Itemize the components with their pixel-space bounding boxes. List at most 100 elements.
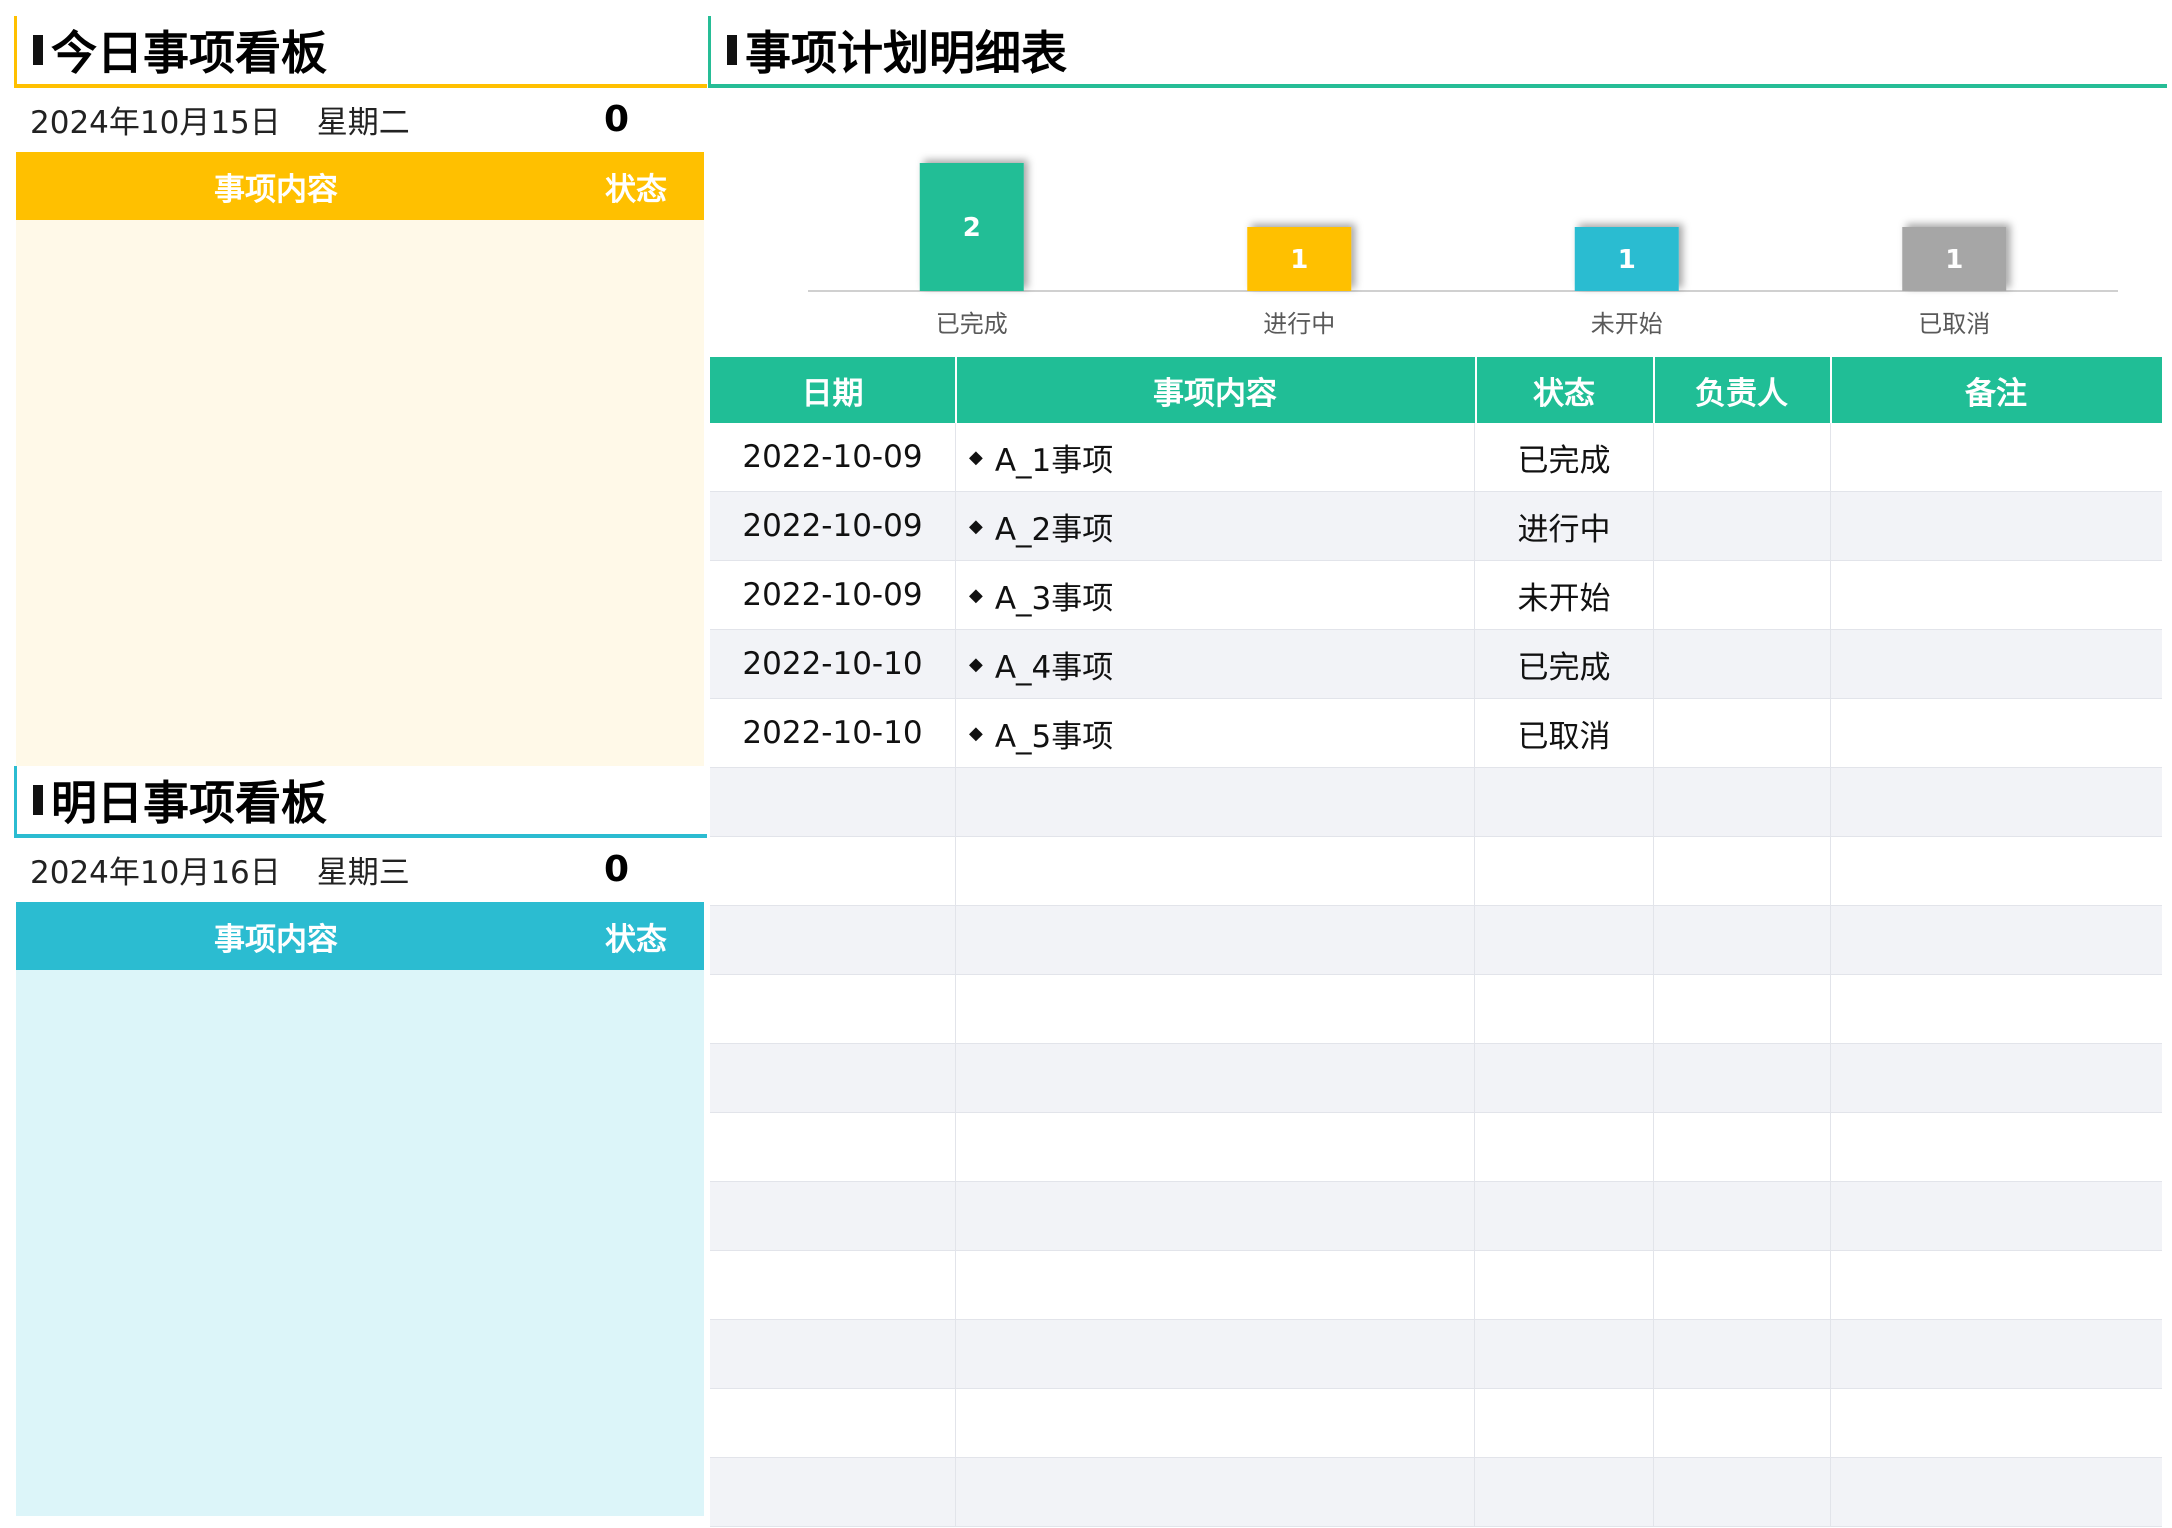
cell-status[interactable]: 已完成 (1475, 630, 1654, 698)
cell-note[interactable] (1830, 1113, 2162, 1181)
table-row[interactable] (710, 1458, 2162, 1527)
cell-note[interactable] (1830, 768, 2162, 836)
cell-status[interactable] (1475, 837, 1654, 905)
cell-status[interactable] (1475, 1320, 1654, 1388)
cell-owner[interactable] (1653, 837, 1831, 905)
tomorrow-panel-body[interactable] (16, 970, 704, 1516)
col-header-owner[interactable]: 负责人 (1653, 357, 1832, 423)
cell-owner[interactable] (1653, 975, 1831, 1043)
cell-date[interactable] (710, 1182, 956, 1250)
cell-note[interactable] (1830, 975, 2162, 1043)
cell-item[interactable]: ◆ A_5事项 (955, 699, 1475, 767)
col-header-date[interactable]: 日期 (710, 357, 957, 423)
cell-owner[interactable] (1653, 906, 1831, 974)
cell-item[interactable]: ◆ A_1事项 (955, 423, 1475, 491)
cell-owner[interactable] (1653, 1251, 1831, 1319)
col-header-note[interactable]: 备注 (1830, 357, 2162, 423)
cell-status[interactable] (1475, 1113, 1654, 1181)
cell-status[interactable]: 未开始 (1475, 561, 1654, 629)
table-row[interactable]: 2022-10-09 ◆ A_1事项 已完成 (710, 423, 2162, 492)
table-row[interactable] (710, 1320, 2162, 1389)
cell-item[interactable] (955, 1458, 1475, 1526)
cell-note[interactable] (1830, 1182, 2162, 1250)
table-row[interactable] (710, 768, 2162, 837)
cell-date[interactable]: 2022-10-10 (710, 630, 956, 698)
cell-owner[interactable] (1653, 768, 1831, 836)
cell-date[interactable] (710, 1251, 956, 1319)
cell-status[interactable] (1475, 1251, 1654, 1319)
cell-owner[interactable] (1653, 1320, 1831, 1388)
cell-note[interactable] (1830, 1458, 2162, 1526)
table-row[interactable] (710, 1113, 2162, 1182)
cell-date[interactable] (710, 1113, 956, 1181)
cell-item[interactable] (955, 1389, 1475, 1457)
cell-owner[interactable] (1653, 1113, 1831, 1181)
table-row[interactable]: 2022-10-10 ◆ A_5事项 已取消 (710, 699, 2162, 768)
cell-date[interactable]: 2022-10-10 (710, 699, 956, 767)
table-row[interactable] (710, 1389, 2162, 1458)
cell-date[interactable]: 2022-10-09 (710, 492, 956, 560)
cell-note[interactable] (1830, 1389, 2162, 1457)
cell-note[interactable] (1830, 906, 2162, 974)
table-row[interactable] (710, 1044, 2162, 1113)
cell-item[interactable]: ◆ A_4事项 (955, 630, 1475, 698)
cell-status[interactable]: 已完成 (1475, 423, 1654, 491)
col-header-status[interactable]: 状态 (1475, 357, 1655, 423)
cell-note[interactable] (1830, 837, 2162, 905)
cell-item[interactable] (955, 837, 1475, 905)
cell-status[interactable] (1475, 906, 1654, 974)
cell-owner[interactable] (1653, 1182, 1831, 1250)
cell-date[interactable] (710, 1389, 956, 1457)
cell-date[interactable]: 2022-10-09 (710, 423, 956, 491)
cell-owner[interactable] (1653, 1044, 1831, 1112)
cell-owner[interactable] (1653, 492, 1831, 560)
cell-owner[interactable] (1653, 423, 1831, 491)
cell-item[interactable] (955, 1182, 1475, 1250)
cell-owner[interactable] (1653, 630, 1831, 698)
table-row[interactable] (710, 906, 2162, 975)
col-header-item[interactable]: 事项内容 (955, 357, 1477, 423)
cell-owner[interactable] (1653, 1389, 1831, 1457)
cell-note[interactable] (1830, 1320, 2162, 1388)
table-row[interactable] (710, 975, 2162, 1044)
cell-date[interactable] (710, 1458, 956, 1526)
cell-date[interactable] (710, 768, 956, 836)
cell-status[interactable] (1475, 1389, 1654, 1457)
cell-status[interactable] (1475, 975, 1654, 1043)
cell-note[interactable] (1830, 699, 2162, 767)
cell-status[interactable] (1475, 1458, 1654, 1526)
cell-item[interactable] (955, 975, 1475, 1043)
cell-item[interactable] (955, 906, 1475, 974)
cell-item[interactable] (955, 768, 1475, 836)
cell-note[interactable] (1830, 423, 2162, 491)
cell-note[interactable] (1830, 1251, 2162, 1319)
cell-date[interactable]: 2022-10-09 (710, 561, 956, 629)
cell-owner[interactable] (1653, 699, 1831, 767)
cell-item[interactable]: ◆ A_3事项 (955, 561, 1475, 629)
cell-date[interactable] (710, 906, 956, 974)
table-row[interactable]: 2022-10-10 ◆ A_4事项 已完成 (710, 630, 2162, 699)
cell-item[interactable]: ◆ A_2事项 (955, 492, 1475, 560)
cell-owner[interactable] (1653, 1458, 1831, 1526)
cell-item[interactable] (955, 1320, 1475, 1388)
cell-status[interactable] (1475, 1044, 1654, 1112)
table-row[interactable]: 2022-10-09 ◆ A_2事项 进行中 (710, 492, 2162, 561)
table-row[interactable]: 2022-10-09 ◆ A_3事项 未开始 (710, 561, 2162, 630)
cell-note[interactable] (1830, 561, 2162, 629)
table-row[interactable] (710, 1251, 2162, 1320)
table-row[interactable] (710, 837, 2162, 906)
cell-note[interactable] (1830, 630, 2162, 698)
cell-note[interactable] (1830, 492, 2162, 560)
cell-date[interactable] (710, 837, 956, 905)
cell-item[interactable] (955, 1113, 1475, 1181)
today-panel-body[interactable] (16, 220, 704, 766)
cell-status[interactable]: 已取消 (1475, 699, 1654, 767)
cell-date[interactable] (710, 1320, 956, 1388)
cell-date[interactable] (710, 1044, 956, 1112)
table-row[interactable] (710, 1182, 2162, 1251)
cell-status[interactable] (1475, 768, 1654, 836)
cell-item[interactable] (955, 1044, 1475, 1112)
cell-status[interactable] (1475, 1182, 1654, 1250)
cell-owner[interactable] (1653, 561, 1831, 629)
cell-item[interactable] (955, 1251, 1475, 1319)
